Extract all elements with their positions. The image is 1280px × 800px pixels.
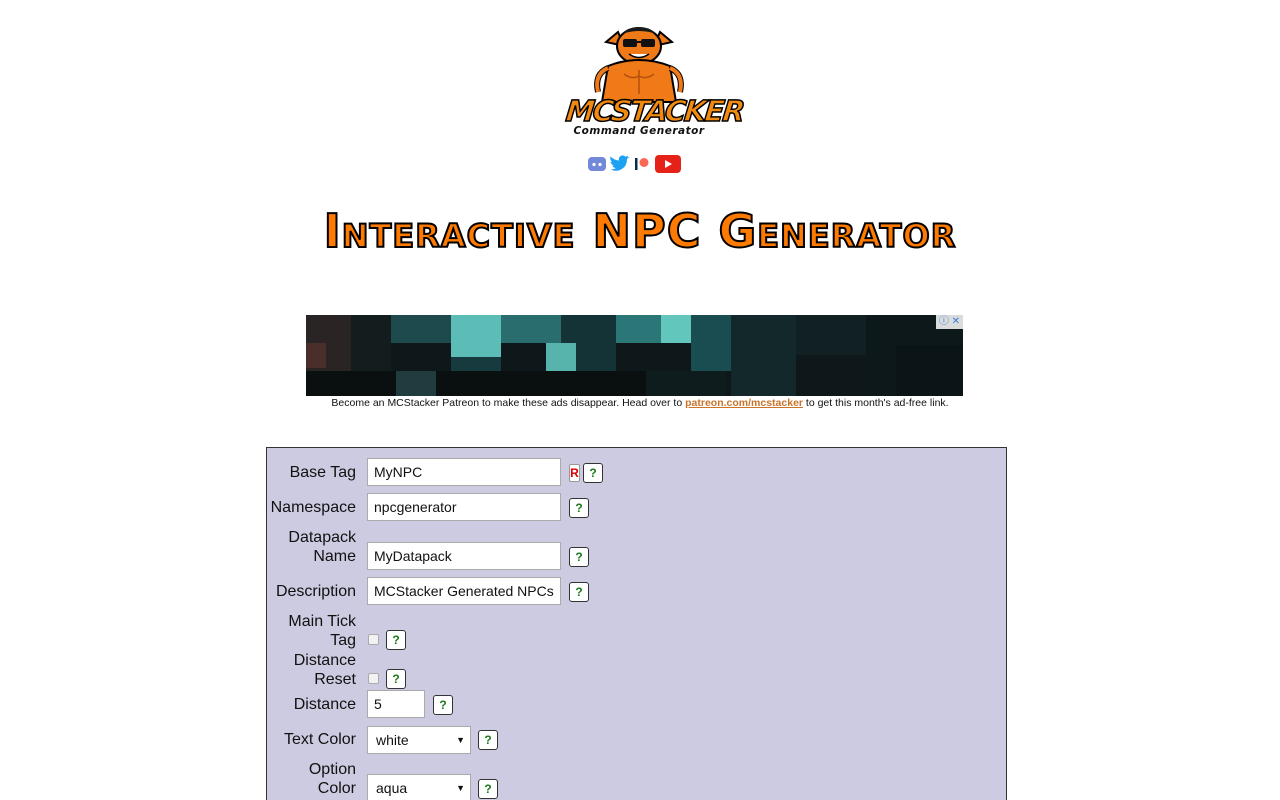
ad-notice-text: Become an MCStacker Patreon to make thes… [331, 397, 686, 409]
distance-input[interactable]: 5 [367, 690, 425, 718]
option-color-label: Option Color [309, 760, 356, 798]
datapack-name-input[interactable]: MyDatapack [367, 542, 561, 570]
distance-reset-label-line2: Reset [314, 671, 356, 688]
patreon-icon[interactable] [634, 156, 650, 172]
text-color-label: Text Color [283, 731, 356, 748]
page: MCSTACKER Command Generator Interactive … [0, 0, 1280, 800]
main-tick-tag-label: Main Tick Tag [288, 612, 356, 650]
base-tag-input[interactable]: MyNPC [367, 458, 561, 486]
mascot-icon [594, 27, 684, 103]
youtube-icon[interactable] [655, 155, 681, 173]
chevron-down-icon: ▼ [456, 783, 465, 793]
distance-reset-label-line1: Distance [293, 652, 356, 669]
distance-label: Distance [293, 696, 356, 713]
npc-generator-form: Base Tag MyNPC R ? Namespace npcgenerato… [266, 447, 1007, 800]
patreon-link[interactable]: patreon.com/mcstacker [685, 397, 803, 409]
datapack-name-label: Datapack Name [288, 528, 356, 566]
namespace-input[interactable]: npcgenerator [367, 493, 561, 521]
ad-image [306, 315, 963, 396]
description-help-button[interactable]: ? [569, 582, 589, 602]
distance-reset-help-button[interactable]: ? [386, 669, 406, 689]
base-tag-label: Base Tag [289, 464, 356, 481]
description-label: Description [275, 583, 356, 600]
text-color-selected-value: white [376, 732, 409, 748]
page-title: Interactive NPC Generator [323, 203, 957, 259]
logo-subtitle: Command Generator [573, 125, 705, 137]
mcstacker-logo[interactable]: MCSTACKER Command Generator [563, 24, 746, 142]
social-links [588, 153, 681, 175]
required-indicator: R [569, 464, 580, 482]
advertisement-banner[interactable]: ⓘ ✕ [306, 315, 963, 396]
logo-wordmark: MCSTACKER [563, 93, 745, 129]
option-color-label-line2: Color [317, 780, 356, 797]
distance-help-button[interactable]: ? [433, 695, 453, 715]
ad-notice-text-end: to get this month's ad-free link. [803, 397, 949, 409]
ad-notice: Become an MCStacker Patreon to make thes… [0, 397, 1280, 409]
main-tick-tag-label-line1: Main Tick [288, 613, 356, 630]
main-tick-tag-label-line2: Tag [330, 632, 356, 649]
option-color-label-line1: Option [308, 761, 356, 778]
namespace-help-button[interactable]: ? [569, 498, 589, 518]
ad-close-icon[interactable]: ⓘ ✕ [936, 315, 963, 329]
main-tick-tag-checkbox[interactable] [368, 634, 379, 645]
description-input[interactable]: MCStacker Generated NPCs [367, 577, 561, 605]
datapack-name-help-button[interactable]: ? [569, 547, 589, 567]
main-tick-tag-help-button[interactable]: ? [386, 630, 406, 650]
text-color-select[interactable]: white ▼ [367, 726, 471, 754]
twitter-icon[interactable] [609, 155, 631, 173]
distance-reset-checkbox[interactable] [368, 673, 379, 684]
distance-reset-label: Distance Reset [294, 651, 356, 689]
datapack-name-label-line1: Datapack [288, 529, 356, 546]
base-tag-help-button[interactable]: ? [583, 463, 603, 483]
datapack-name-label-line2: Name [313, 548, 356, 565]
discord-icon[interactable] [588, 156, 606, 172]
option-color-selected-value: aqua [376, 780, 408, 796]
namespace-label: Namespace [270, 499, 356, 516]
option-color-select[interactable]: aqua ▼ [367, 774, 471, 800]
text-color-help-button[interactable]: ? [478, 730, 498, 750]
chevron-down-icon: ▼ [456, 735, 465, 745]
option-color-help-button[interactable]: ? [478, 779, 498, 799]
